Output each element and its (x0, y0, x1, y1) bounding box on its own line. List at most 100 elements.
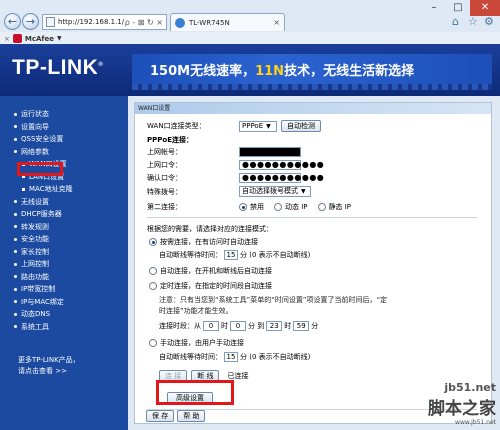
radio-static-ip[interactable] (317, 203, 326, 211)
confirm-row: 确认口令： ●●●●●●●●●●● (147, 173, 324, 183)
browser-tab[interactable]: TL-WR745N × (170, 13, 285, 31)
radio-on-demand[interactable] (149, 238, 157, 246)
help-button[interactable]: 帮 助 (177, 410, 206, 422)
bullet-icon (14, 300, 17, 304)
tp-link-logo: TP-LINK® (12, 56, 103, 80)
sidebar-item-wizard[interactable]: 设置向导 (0, 121, 128, 134)
slogan-post: 技术，无线生活新选择 (284, 64, 415, 79)
panel-title: WAN口设置 (135, 103, 491, 114)
sidebar-item-wireless[interactable]: 无线设置 (0, 196, 128, 209)
tab-close-icon[interactable]: × (273, 18, 280, 27)
sidebar-item-bandwidth[interactable]: IP带宽控制 (0, 283, 128, 296)
back-icon[interactable]: ← (4, 13, 21, 30)
save-button[interactable]: 保 存 (146, 410, 175, 422)
manual-idle-input[interactable]: 15 (224, 352, 238, 362)
favorites-icon[interactable]: ☆ (468, 15, 478, 28)
gear-icon[interactable]: ⚙ (484, 15, 494, 28)
bullet-icon (14, 225, 17, 229)
radio-auto[interactable] (149, 267, 157, 275)
address-bar[interactable]: http://192.168.1.1/ ρ - ⊠ ↻ × (42, 14, 167, 30)
sidebar-item-label: 安全功能 (21, 235, 49, 244)
hour-label: 时 (221, 322, 228, 330)
timed-period-label: 连接时段：从 (159, 322, 201, 330)
sidebar-item-system-tools[interactable]: 系统工具 (0, 321, 128, 334)
radio-disabled[interactable] (239, 203, 247, 211)
sidebar-item-qss[interactable]: QSS安全设置 (0, 133, 128, 146)
page-icon (46, 17, 55, 27)
radio-timed[interactable] (149, 282, 157, 290)
account-row: 上网帐号： (147, 147, 301, 157)
sidebar-item-parental[interactable]: 家长控制 (0, 246, 128, 259)
bullet-icon (14, 212, 17, 216)
radio-dynamic-ip-label: 动态 IP (285, 203, 308, 211)
mode-on-demand-label: 按需连接，在有访问时自动连接 (160, 238, 258, 246)
idle-input[interactable]: 15 (224, 250, 238, 260)
bullet-icon (14, 325, 17, 329)
special-dial-select[interactable]: 自动选择拨号模式 ▼ (239, 186, 311, 197)
sidebar-item-mac-clone[interactable]: MAC地址克隆 (0, 183, 128, 196)
mode-timed-row: 定时连接，在指定的时间段自动连接 (149, 281, 272, 291)
bullet-icon (14, 262, 17, 266)
password-input[interactable]: ●●●●●●●●●●● (239, 160, 324, 170)
bullet-icon (14, 287, 17, 291)
sidebar-item-label: QSS安全设置 (21, 135, 64, 144)
panel-body: WAN口连接类型： PPPoE ▼ 自动检测 PPPoE连接： 上网帐号： 上网口… (147, 114, 481, 423)
forward-icon[interactable]: → (22, 13, 39, 30)
watermark-line-2: 脚本之家 (428, 399, 496, 419)
sidebar-item-security[interactable]: 安全功能 (0, 233, 128, 246)
toolbar: × McAfee ▼ (0, 32, 500, 44)
more-line-1: 更多TP-LINK产品， (18, 356, 80, 364)
url-text[interactable]: http://192.168.1.1/ (58, 18, 125, 26)
maximize-icon[interactable]: □ (446, 0, 470, 16)
ie-icon (175, 17, 185, 28)
auto-detect-button[interactable]: 自动检测 (281, 120, 321, 132)
minute-label: 分 (311, 322, 319, 330)
manual-idle-row: 自动断线等待时间： 15 分 (0 表示不自动断线) (159, 352, 310, 362)
to-hour-input[interactable]: 23 (266, 321, 283, 331)
more-products-link[interactable]: 更多TP-LINK产品， 请点击查看 >> (18, 355, 80, 377)
sidebar-item-routing[interactable]: 路由功能 (0, 271, 128, 284)
idle-unit: 分 (0 表示不自动断线) (240, 251, 311, 259)
second-conn-row: 第二连接： 禁用 动态 IP 静态 IP (147, 202, 351, 212)
to-label: 分 到 (248, 322, 265, 330)
mode-on-demand-row: 按需连接，在有访问时自动连接 (149, 237, 258, 247)
mode-timed-label: 定时连接，在指定的时间段自动连接 (160, 282, 272, 290)
chevron-down-icon[interactable]: ▼ (57, 35, 62, 42)
address-actions-icon[interactable]: ρ - ⊠ ↻ × (125, 18, 163, 27)
logo-text: TP-LINK (12, 56, 99, 79)
conn-type-value: PPPoE (242, 121, 264, 130)
conn-type-select[interactable]: PPPoE ▼ (239, 120, 277, 132)
close-window-icon[interactable]: ✕ (470, 0, 500, 16)
close-toolbar-icon[interactable]: × (4, 35, 10, 43)
conn-type-row: WAN口连接类型： PPPoE ▼ 自动检测 (147, 120, 321, 132)
from-minute-input[interactable]: 0 (230, 321, 246, 331)
watermark-line-3: www.jb51.net (455, 419, 496, 426)
sidebar-item-label: 运行状态 (21, 110, 49, 119)
account-input[interactable] (239, 147, 301, 157)
from-hour-input[interactable]: 0 (203, 321, 219, 331)
idle-row: 自动断线等待时间： 15 分 (0 表示不自动断线) (159, 250, 310, 260)
confirm-input[interactable]: ●●●●●●●●●●● (239, 173, 324, 183)
sidebar-item-network[interactable]: 网络参数 (0, 146, 128, 159)
sidebar-item-label: 系统工具 (21, 322, 49, 331)
mode-auto-label: 自动连接，在开机和断线后自动连接 (160, 267, 272, 275)
sidebar-item-access-control[interactable]: 上网控制 (0, 258, 128, 271)
sidebar-item-dhcp[interactable]: DHCP服务器 (0, 208, 128, 221)
radio-manual[interactable] (149, 339, 157, 347)
to-minute-input[interactable]: 59 (293, 321, 310, 331)
sidebar-item-label: DHCP服务器 (21, 210, 62, 219)
manual-idle-unit: 分 (0 表示不自动断线) (240, 353, 311, 361)
sidebar-item-label: IP与MAC绑定 (21, 297, 64, 306)
sidebar-item-ddns[interactable]: 动态DNS (0, 308, 128, 321)
sidebar-item-forwarding[interactable]: 转发规则 (0, 221, 128, 234)
sidebar-item-ip-mac-binding[interactable]: IP与MAC绑定 (0, 296, 128, 309)
radio-dynamic-ip[interactable] (274, 203, 282, 211)
bullet-icon (14, 150, 17, 154)
watermark: jb51.net 脚本之家 www.jb51.net (428, 381, 496, 426)
mcafee-toolbar[interactable]: × McAfee ▼ (4, 33, 62, 44)
minimize-icon[interactable]: – (422, 0, 446, 16)
idle-label: 自动断线等待时间： (159, 251, 222, 259)
home-icon[interactable]: ⌂ (452, 15, 459, 28)
sidebar-item-status[interactable]: 运行状态 (0, 108, 128, 121)
special-dial-value: 自动选择拨号模式 (242, 187, 298, 195)
